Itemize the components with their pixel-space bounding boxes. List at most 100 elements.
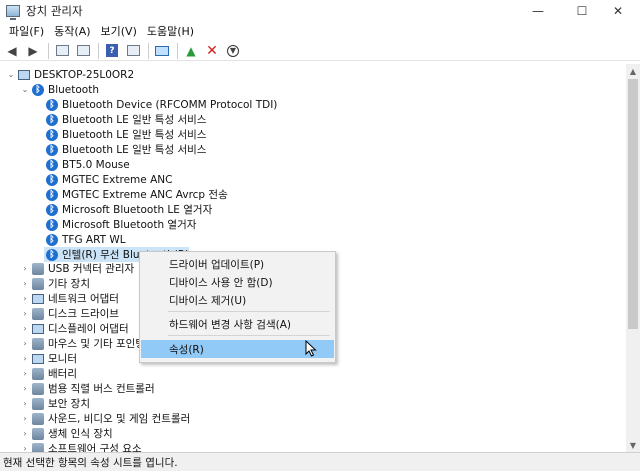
category-software-components[interactable]: › 소프트웨어 구성 요소 [20, 441, 142, 452]
expand-icon[interactable]: › [20, 339, 30, 348]
collapse-icon[interactable]: ⌄ [20, 85, 30, 94]
monitor-icon [32, 353, 44, 364]
root-label: DESKTOP-25L0OR2 [34, 68, 135, 81]
expand-icon[interactable]: › [20, 399, 30, 408]
device-item[interactable]: ᛒ Bluetooth LE 일반 특성 서비스 [44, 127, 206, 142]
category-usb-controller[interactable]: › 범용 직렬 버스 컨트롤러 [20, 381, 155, 396]
device-item[interactable]: ᛒ TFG ART WL [44, 232, 126, 247]
device-label: Bluetooth Device (RFCOMM Protocol TDI) [62, 98, 278, 111]
mouse-pointer-icon [305, 340, 317, 357]
category-display[interactable]: › 디스플레이 어댑터 [20, 321, 129, 336]
scroll-up-icon[interactable]: ▲ [626, 64, 640, 78]
category-label: 디스플레이 어댑터 [48, 323, 129, 335]
device-label: Microsoft Bluetooth 열거자 [62, 219, 197, 231]
menu-view[interactable]: 보기(V) [96, 22, 142, 41]
device-item[interactable]: ᛒ Bluetooth LE 일반 특성 서비스 [44, 142, 206, 157]
category-label: 보안 장치 [48, 398, 90, 410]
expand-icon[interactable]: › [20, 264, 30, 273]
forward-arrow-icon[interactable]: ▶ [25, 43, 41, 59]
expand-icon[interactable]: › [20, 414, 30, 423]
minimize-button[interactable]: — [516, 0, 560, 22]
scroll-down-icon[interactable]: ▼ [626, 438, 640, 452]
update-driver-icon[interactable]: ▼ [225, 43, 241, 59]
expand-icon[interactable]: › [20, 279, 30, 288]
expand-icon[interactable]: › [20, 384, 30, 393]
speaker-icon [32, 412, 44, 425]
menu-help[interactable]: 도움말(H) [142, 22, 199, 41]
category-label: USB 커넥터 관리자 [48, 263, 135, 275]
status-bar: 현재 선택한 항목의 속성 시트를 엽니다. [0, 452, 640, 471]
category-monitor[interactable]: › 모니터 [20, 351, 77, 366]
category-label: 네트워크 어댑터 [48, 293, 119, 305]
bluetooth-icon: ᛒ [46, 218, 58, 231]
device-item[interactable]: ᛒ Bluetooth Device (RFCOMM Protocol TDI) [44, 97, 277, 112]
disable-device-menu-item[interactable]: 디바이스 사용 안 함(D) [141, 273, 334, 291]
disk-icon [32, 307, 44, 320]
category-other-devices[interactable]: › 기타 장치 [20, 276, 90, 291]
properties-icon[interactable] [125, 43, 141, 59]
expand-icon[interactable]: › [20, 444, 30, 452]
bluetooth-icon: ᛒ [46, 158, 58, 171]
expand-icon[interactable]: › [20, 309, 30, 318]
back-arrow-icon[interactable]: ◀ [4, 43, 20, 59]
computer-icon [18, 69, 30, 80]
category-label: Bluetooth [48, 83, 99, 96]
scroll-thumb[interactable] [628, 79, 638, 329]
category-bluetooth[interactable]: ⌄ ᛒ Bluetooth [20, 82, 99, 97]
menu-file[interactable]: 파일(F) [4, 22, 49, 41]
device-item[interactable]: ᛒ Bluetooth LE 일반 특성 서비스 [44, 112, 206, 127]
category-disk[interactable]: › 디스크 드라이브 [20, 306, 119, 321]
category-label: 디스크 드라이브 [48, 308, 119, 320]
category-sound[interactable]: › 사운드, 비디오 및 게임 컨트롤러 [20, 411, 190, 426]
toolbar-divider [148, 42, 149, 59]
vertical-scrollbar[interactable]: ▲ ▼ [626, 64, 640, 452]
battery-icon [32, 367, 44, 380]
close-button[interactable]: ✕ [596, 0, 640, 22]
usb-controller-icon [32, 382, 44, 395]
category-biometric[interactable]: › 생체 인식 장치 [20, 426, 113, 441]
device-item[interactable]: ᛒ MGTEC Extreme ANC Avrcp 전송 [44, 187, 228, 202]
category-usb-connector[interactable]: › USB 커넥터 관리자 [20, 261, 134, 276]
category-security[interactable]: › 보안 장치 [20, 396, 90, 411]
category-battery[interactable]: › 배터리 [20, 366, 77, 381]
bluetooth-icon: ᛒ [46, 98, 58, 111]
device-item[interactable]: ᛒ Microsoft Bluetooth LE 열거자 [44, 202, 212, 217]
device-item[interactable]: ᛒ Microsoft Bluetooth 열거자 [44, 217, 196, 232]
expand-icon[interactable]: › [20, 429, 30, 438]
expand-icon[interactable]: › [20, 324, 30, 333]
expand-icon[interactable]: › [20, 294, 30, 303]
scan-hardware-icon[interactable] [154, 43, 170, 59]
category-label: 범용 직렬 버스 컨트롤러 [48, 383, 155, 395]
collapse-icon[interactable]: ⌄ [6, 70, 16, 79]
uninstall-device-menu-item[interactable]: 디바이스 제거(U) [141, 291, 334, 309]
device-item[interactable]: ᛒ BT5.0 Mouse [44, 157, 130, 172]
tree-root[interactable]: ⌄ DESKTOP-25L0OR2 [6, 67, 135, 82]
device-item[interactable]: ᛒ MGTEC Extreme ANC [44, 172, 172, 187]
expand-icon[interactable]: › [20, 354, 30, 363]
device-manager-icon [6, 5, 20, 20]
network-icon [32, 293, 44, 304]
category-label: 사운드, 비디오 및 게임 컨트롤러 [48, 413, 191, 425]
help-icon[interactable]: ? [104, 43, 120, 59]
uninstall-icon[interactable]: ✕ [204, 43, 220, 59]
list-view-icon[interactable] [75, 43, 91, 59]
device-label: TFG ART WL [62, 233, 126, 246]
menu-action[interactable]: 동작(A) [49, 22, 95, 41]
device-icon [32, 277, 44, 290]
scan-hardware-menu-item[interactable]: 하드웨어 변경 사항 검색(A) [141, 315, 334, 333]
category-network[interactable]: › 네트워크 어댑터 [20, 291, 119, 306]
enable-device-icon[interactable]: ▲ [183, 43, 199, 59]
device-label: Bluetooth LE 일반 특성 서비스 [62, 144, 207, 156]
bluetooth-icon: ᛒ [46, 203, 58, 216]
properties-view-icon[interactable] [54, 43, 70, 59]
bluetooth-icon: ᛒ [46, 188, 58, 201]
update-driver-menu-item[interactable]: 드라이버 업데이트(P) [141, 255, 334, 273]
window-title: 장치 관리자 [26, 4, 83, 18]
bluetooth-icon: ᛒ [46, 233, 58, 246]
usb-icon [32, 262, 44, 275]
device-label: Microsoft Bluetooth LE 열거자 [62, 204, 213, 216]
status-text: 현재 선택한 항목의 속성 시트를 엽니다. [3, 456, 178, 469]
device-label: Bluetooth LE 일반 특성 서비스 [62, 114, 207, 126]
expand-icon[interactable]: › [20, 369, 30, 378]
category-label: 생체 인식 장치 [48, 428, 113, 440]
